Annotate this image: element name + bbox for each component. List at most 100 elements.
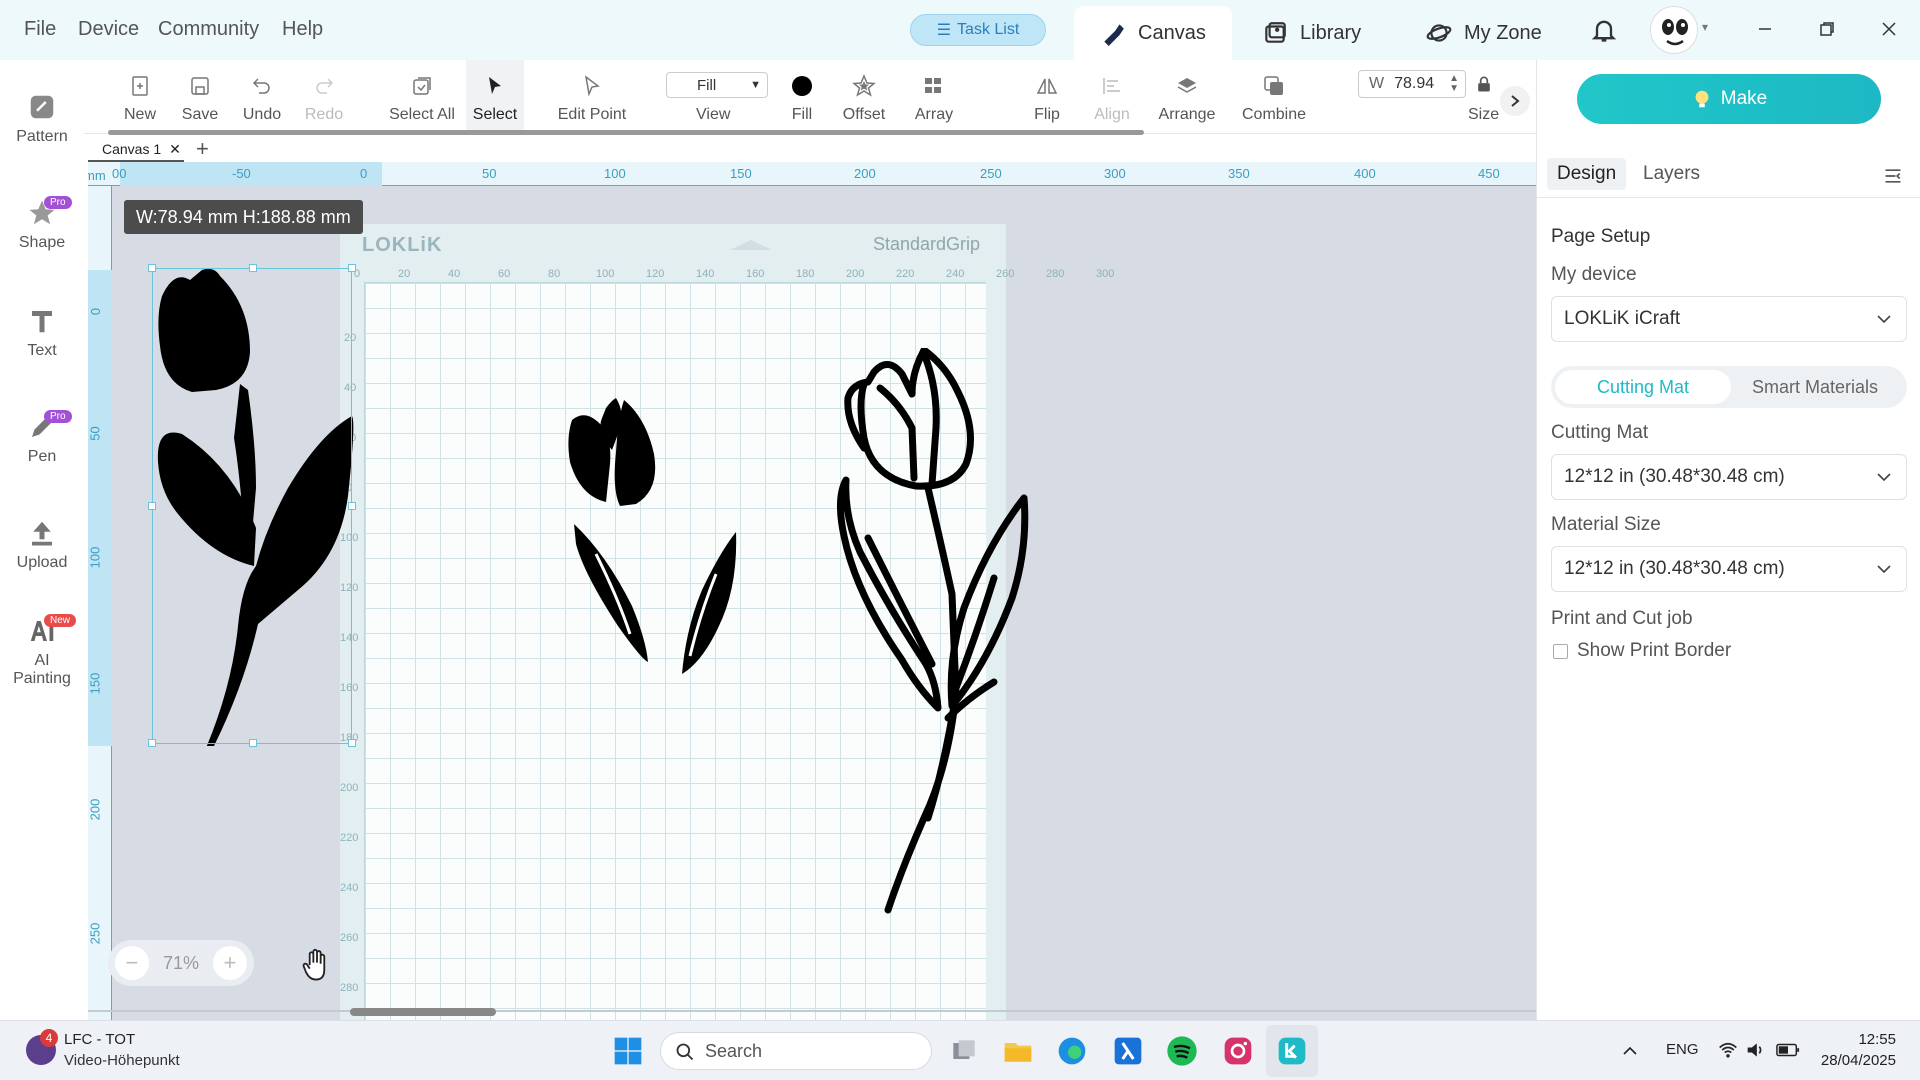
flip-button[interactable]: Flip: [1020, 60, 1074, 134]
tab-my-zone[interactable]: My Zone: [1400, 6, 1568, 60]
battery-icon[interactable]: [1776, 1041, 1800, 1059]
taskbar-search[interactable]: Search: [660, 1032, 932, 1070]
stepper-icon[interactable]: ▲ ▼: [1449, 74, 1459, 94]
tab-layers[interactable]: Layers: [1633, 158, 1710, 190]
ruler-tick-label: -50: [232, 166, 251, 181]
sidebar-item-pen[interactable]: Pro Pen: [0, 410, 84, 466]
tab-design[interactable]: Design: [1547, 158, 1627, 190]
ruler-tick-label: 200: [88, 798, 103, 821]
tab-smart-materials[interactable]: Smart Materials: [1727, 370, 1903, 404]
select-all-button[interactable]: Select All: [372, 60, 472, 134]
windows-start-icon[interactable]: [612, 1035, 644, 1067]
zoom-out-button[interactable]: −: [114, 946, 149, 980]
horizontal-scrollbar[interactable]: [350, 1008, 496, 1016]
menu-file[interactable]: File: [24, 18, 56, 41]
tulip-bud-shape[interactable]: [566, 378, 742, 708]
cutting-mat-select[interactable]: 12*12 in (30.48*30.48 cm): [1551, 454, 1907, 500]
resize-handle[interactable]: [148, 739, 156, 747]
new-button[interactable]: New: [114, 60, 166, 134]
new-file-icon: [132, 76, 148, 96]
clock-date[interactable]: 28/04/2025: [1814, 1052, 1896, 1069]
redo-button[interactable]: Redo: [298, 60, 350, 134]
resize-handle[interactable]: [249, 264, 257, 272]
toolbar-scrollbar[interactable]: [108, 130, 1144, 135]
sidebar-item-upload[interactable]: Upload: [0, 518, 84, 572]
notification-badge: 4: [40, 1029, 58, 1047]
resize-handle[interactable]: [249, 739, 257, 747]
minimize-button[interactable]: [1750, 14, 1780, 44]
collapse-panel-icon[interactable]: [1883, 166, 1903, 186]
volume-icon[interactable]: [1746, 1041, 1766, 1059]
ruler-tick-label: 50: [482, 166, 497, 181]
tab-library[interactable]: Library: [1236, 6, 1387, 60]
wifi-icon[interactable]: [1718, 1041, 1738, 1059]
task-view-icon[interactable]: [948, 1035, 980, 1067]
task-list-button[interactable]: ☰ Task List: [910, 14, 1046, 46]
select-tool[interactable]: Select: [466, 60, 524, 134]
resize-handle[interactable]: [148, 264, 156, 272]
tab-canvas[interactable]: Canvas: [1074, 6, 1232, 60]
ruler-tick-label: 00: [112, 166, 127, 181]
ruler-tick-label: 100: [604, 166, 626, 181]
cursor-arrow-icon: [489, 77, 501, 94]
toolbar-next-button[interactable]: [1500, 86, 1530, 116]
combine-icon: [1264, 76, 1283, 95]
edit-point-tool[interactable]: Edit Point: [540, 60, 644, 134]
view-select[interactable]: Fill ▼: [666, 72, 768, 98]
spotify-icon[interactable]: [1166, 1035, 1198, 1067]
file-explorer-icon[interactable]: [1002, 1035, 1034, 1067]
zoom-in-button[interactable]: +: [212, 946, 247, 980]
device-select[interactable]: LOKLiK iCraft: [1551, 296, 1907, 342]
arrange-button[interactable]: Arrange: [1150, 60, 1224, 134]
resize-handle[interactable]: [148, 502, 156, 510]
canvas-workspace[interactable]: mm 00 -50 0 50 100 150 200 250 300 350 4…: [88, 162, 1536, 1020]
sidebar-item-ai-painting[interactable]: New AI Painting: [0, 614, 84, 688]
avatar[interactable]: [1650, 6, 1698, 54]
clock-time[interactable]: 12:55: [1840, 1031, 1896, 1048]
tulip-outline-shape[interactable]: [828, 348, 1036, 1000]
view-label: View: [696, 106, 731, 123]
width-input[interactable]: W 78.94 ▲ ▼: [1358, 70, 1466, 98]
save-button[interactable]: Save: [174, 60, 226, 134]
offset-button[interactable]: Offset: [836, 60, 892, 134]
sidebar-item-pattern[interactable]: Pattern: [0, 92, 84, 146]
align-button[interactable]: Align: [1084, 60, 1140, 134]
list-icon: ☰: [936, 22, 952, 39]
fill-button[interactable]: Fill: [778, 60, 826, 134]
bell-icon[interactable]: [1590, 16, 1618, 44]
lock-icon[interactable]: [1474, 74, 1494, 94]
show-print-border-checkbox[interactable]: [1553, 644, 1568, 659]
edge-browser-icon[interactable]: [1056, 1035, 1088, 1067]
material-size-select[interactable]: 12*12 in (30.48*30.48 cm): [1551, 546, 1907, 592]
resize-handle[interactable]: [348, 264, 356, 272]
add-tab-button[interactable]: +: [196, 136, 209, 162]
close-icon[interactable]: ✕: [169, 141, 181, 158]
undo-button[interactable]: Undo: [234, 60, 290, 134]
loklik-app-icon[interactable]: [1276, 1035, 1308, 1067]
close-button[interactable]: [1874, 14, 1904, 44]
combine-button[interactable]: Combine: [1234, 60, 1314, 134]
chevron-down-icon[interactable]: ▾: [1702, 20, 1708, 34]
array-button[interactable]: Array: [904, 60, 964, 134]
menu-community[interactable]: Community: [158, 18, 259, 41]
resize-handle[interactable]: [348, 502, 356, 510]
menu-device[interactable]: Device: [78, 18, 139, 41]
mat-grip-label: StandardGrip: [872, 234, 980, 254]
chevron-up-icon[interactable]: [1622, 1043, 1638, 1059]
taskbar: 4 LFC - TOT Video-Höhepunkt Search ENG 1…: [0, 1020, 1920, 1080]
ruler-selection-highlight: [120, 162, 382, 186]
instagram-icon[interactable]: [1222, 1035, 1254, 1067]
right-panel: Make Design Layers Page Setup My device …: [1536, 60, 1920, 1020]
hand-pan-icon[interactable]: [302, 948, 332, 982]
make-button[interactable]: Make: [1577, 74, 1881, 124]
tab-canvas-1[interactable]: Canvas 1 ✕: [88, 138, 184, 162]
menu-help[interactable]: Help: [282, 18, 323, 41]
tab-cutting-mat[interactable]: Cutting Mat: [1555, 370, 1731, 404]
selection-box[interactable]: [148, 264, 356, 747]
sidebar-item-shape[interactable]: Pro Shape: [0, 196, 84, 252]
sidebar-item-text[interactable]: Text: [0, 306, 84, 360]
resize-handle[interactable]: [348, 739, 356, 747]
language-indicator[interactable]: ENG: [1666, 1041, 1699, 1058]
lambda-app-icon[interactable]: [1112, 1035, 1144, 1067]
restore-button[interactable]: [1812, 14, 1842, 44]
